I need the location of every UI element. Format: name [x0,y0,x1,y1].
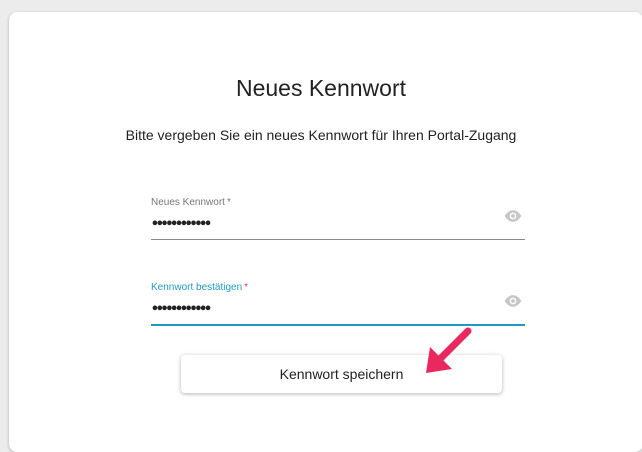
page-subtitle: Bitte vergeben Sie ein neues Kennwort fü… [125,127,517,143]
page-title: Neues Kennwort [235,75,407,101]
pointer-arrow-icon [426,327,472,373]
new-password-label: Neues Kennwort * [151,197,231,208]
required-mark: * [244,282,249,293]
confirm-password-field: Kennwort bestätigen * [151,282,525,326]
new-password-input[interactable] [151,213,491,235]
new-password-field: Neues Kennwort * [151,197,525,241]
eye-icon[interactable] [503,294,523,308]
confirm-password-label-text: Kennwort bestätigen [151,282,243,293]
new-password-underline [151,239,525,240]
required-mark: * [226,197,231,208]
eye-icon[interactable] [503,209,523,223]
new-password-label-text: Neues Kennwort [151,197,225,208]
confirm-password-input[interactable] [151,298,491,320]
confirm-password-label: Kennwort bestätigen * [151,282,248,293]
